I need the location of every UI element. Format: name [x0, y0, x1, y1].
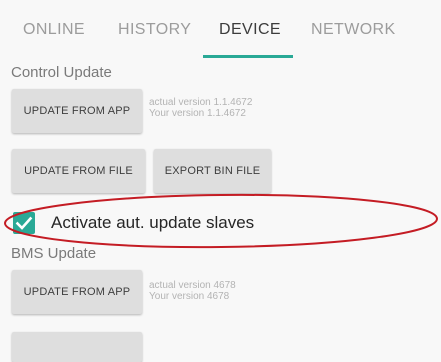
bms-your-version: Your version 4678 [149, 291, 230, 302]
control-your-version: Your version 1.1.4672 [149, 108, 246, 119]
export-bin-file-button[interactable]: EXPORT BIN FILE [154, 149, 271, 193]
next-section-button[interactable] [12, 332, 142, 362]
auto-update-slaves-checkbox[interactable] [13, 212, 35, 234]
tab-device[interactable]: DEVICE [219, 21, 281, 39]
auto-update-slaves-label[interactable]: Activate aut. update slaves [51, 213, 254, 233]
bms-update-title: BMS Update [11, 245, 97, 262]
tab-online[interactable]: ONLINE [23, 21, 85, 39]
active-tab-indicator [203, 55, 293, 58]
bms-update-from-app-button[interactable]: UPDATE FROM APP [12, 270, 142, 314]
tab-history[interactable]: HISTORY [118, 21, 191, 39]
bms-actual-version: actual version 4678 [149, 280, 236, 291]
update-from-file-button[interactable]: UPDATE FROM FILE [12, 149, 145, 193]
control-update-title: Control Update [11, 64, 112, 81]
tab-network[interactable]: NETWORK [311, 21, 396, 39]
control-update-from-app-button[interactable]: UPDATE FROM APP [12, 89, 142, 133]
checkmark-icon [15, 216, 33, 230]
control-actual-version: actual version 1.1.4672 [149, 97, 253, 108]
tab-bar: ONLINE HISTORY DEVICE NETWORK [0, 0, 441, 58]
